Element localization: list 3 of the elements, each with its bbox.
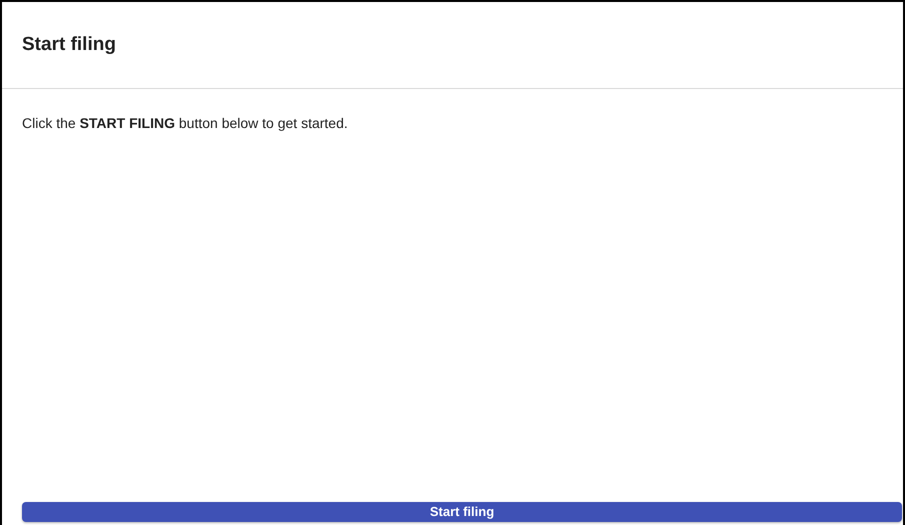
start-filing-button[interactable]: Start filing — [22, 502, 902, 522]
card-title: Start filing — [22, 32, 116, 57]
instruction-text: Click the START FILING button below to get started. — [22, 115, 348, 131]
